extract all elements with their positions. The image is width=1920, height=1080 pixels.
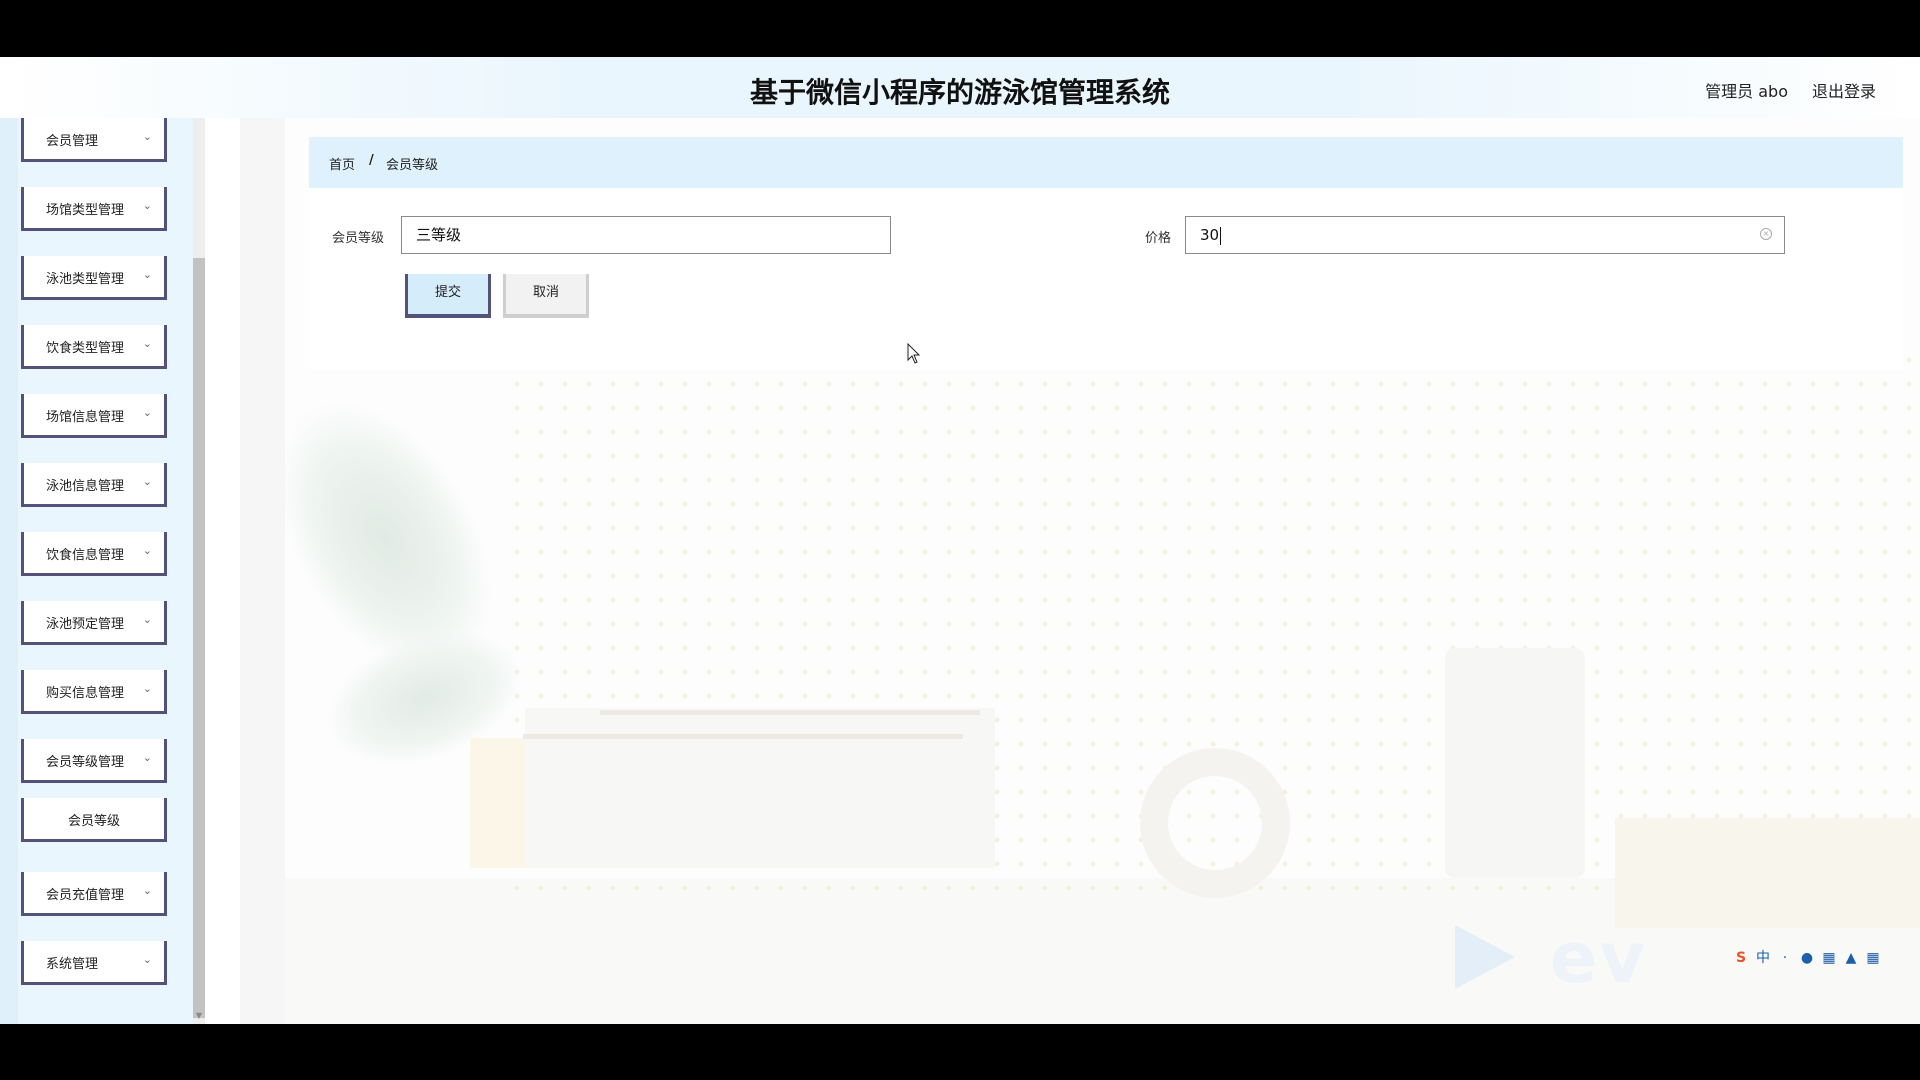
watermark-play-icon (1455, 925, 1515, 989)
background-pot (470, 738, 530, 868)
sidebar-strip (0, 118, 18, 1024)
scroll-down-arrow-icon[interactable]: ▼ (193, 1011, 205, 1023)
sidebar-item-member-level[interactable]: 会员等级管理 ⌄ (21, 739, 167, 783)
sidebar-item-label: 饮食信息管理 (46, 548, 125, 563)
background-left-strip (240, 118, 285, 1024)
sidebar-item-pool-booking[interactable]: 泳池预定管理 ⌄ (21, 601, 167, 645)
sidebar-item-system[interactable]: 系统管理 ⌄ (21, 941, 167, 985)
level-label: 会员等级 (332, 231, 385, 246)
system-title: 基于微信小程序的游泳馆管理系统 (749, 76, 1170, 109)
sidebar-scrollbar-thumb[interactable] (193, 258, 205, 1018)
sidebar-item-food-type[interactable]: 饮食类型管理 ⌄ (21, 325, 167, 369)
text-caret (1220, 226, 1222, 245)
sidebar-item-venue-info[interactable]: 场馆信息管理 ⌄ (21, 394, 167, 438)
chevron-down-icon: ⌄ (142, 475, 152, 488)
sidebar-item-label: 会员管理 (46, 134, 99, 149)
ime-punct-icon[interactable]: · (1774, 950, 1796, 966)
mouse-pointer-icon (907, 343, 921, 364)
chevron-down-icon: ⌄ (142, 130, 152, 143)
microphone-icon[interactable]: ● (1796, 950, 1818, 966)
background-cylinder (1445, 648, 1585, 878)
sidebar-item-label: 会员等级 (67, 814, 120, 829)
sidebar-item-label: 泳池信息管理 (46, 479, 125, 494)
logout-link[interactable]: 退出登录 (1812, 78, 1876, 102)
price-label: 价格 (1145, 231, 1172, 246)
background-table (525, 708, 995, 868)
sidebar-item-label: 场馆信息管理 (46, 410, 125, 425)
clear-icon[interactable]: × (1760, 228, 1772, 240)
sidebar-item-pool-type[interactable]: 泳池类型管理 ⌄ (21, 256, 167, 300)
submit-button[interactable]: 提交 (405, 274, 491, 318)
chevron-down-icon: ⌄ (142, 682, 152, 695)
background-rail (600, 710, 980, 715)
sidebar-item-label: 场馆类型管理 (46, 203, 125, 218)
price-input[interactable]: 30 × (1185, 216, 1785, 254)
breadcrumb-separator: / (369, 153, 374, 168)
sidebar-subitem-member-level[interactable]: 会员等级 (21, 798, 167, 842)
admin-username: 管理员 abo (1705, 82, 1788, 101)
sidebar-item-label: 泳池预定管理 (46, 617, 125, 632)
app-screen: 基于微信小程序的游泳馆管理系统 管理员 abo 退出登录 会员管理 ⌄ 场馆类型… (0, 57, 1920, 1024)
watermark-text: ev (1550, 917, 1648, 999)
ime-logo-icon[interactable]: S (1730, 950, 1752, 966)
ime-toolbar: S 中 · ● ▦ ▲ ▦ (1730, 947, 1910, 973)
sidebar-item-label: 饮食类型管理 (46, 341, 125, 356)
background-left-margin (205, 118, 240, 1024)
chevron-down-icon: ⌄ (142, 199, 152, 212)
price-input-value: 30 (1200, 226, 1220, 244)
sidebar-item-label: 购买信息管理 (46, 686, 125, 701)
background-box (1615, 818, 1920, 928)
chevron-down-icon: ⌄ (142, 613, 152, 626)
sidebar-item-member-recharge[interactable]: 会员充值管理 ⌄ (21, 872, 167, 916)
sidebar-item-label: 会员充值管理 (46, 888, 125, 903)
keyboard-icon[interactable]: ▦ (1818, 950, 1840, 966)
breadcrumb: 首页 / 会员等级 (309, 137, 1903, 188)
breadcrumb-current: 会员等级 (386, 158, 439, 173)
chevron-down-icon: ⌄ (142, 884, 152, 897)
sidebar-item-label: 泳池类型管理 (46, 272, 125, 287)
breadcrumb-home[interactable]: 首页 (329, 154, 355, 173)
sidebar-item-pool-info[interactable]: 泳池信息管理 ⌄ (21, 463, 167, 507)
chevron-down-icon: ⌄ (142, 544, 152, 557)
background-ring (1140, 748, 1290, 898)
sidebar-item-member[interactable]: 会员管理 ⌄ (21, 118, 167, 162)
chevron-down-icon: ⌄ (142, 337, 152, 350)
sidebar-item-purchase-info[interactable]: 购买信息管理 ⌄ (21, 670, 167, 714)
chevron-down-icon: ⌄ (142, 953, 152, 966)
sidebar-item-food-info[interactable]: 饮食信息管理 ⌄ (21, 532, 167, 576)
ime-mode-icon[interactable]: 中 (1752, 947, 1774, 967)
chevron-down-icon: ⌄ (142, 406, 152, 419)
level-input[interactable]: 三等级 (401, 216, 891, 254)
sidebar-item-label: 会员等级管理 (46, 755, 125, 770)
grid-menu-icon[interactable]: ▦ (1862, 950, 1884, 966)
cancel-button[interactable]: 取消 (503, 274, 589, 318)
sidebar-item-label: 系统管理 (46, 957, 99, 972)
chevron-down-icon: ⌄ (142, 751, 152, 764)
main-content: 首页 / 会员等级 会员等级 三等级 价格 30 × 提交 取消 (205, 118, 1920, 1024)
sidebar-item-venue-type[interactable]: 场馆类型管理 ⌄ (21, 187, 167, 231)
member-level-form: 会员等级 三等级 价格 30 × 提交 取消 (309, 188, 1903, 370)
background-rail (523, 734, 963, 739)
top-header: 基于微信小程序的游泳馆管理系统 管理员 abo 退出登录 (0, 57, 1920, 118)
level-input-value: 三等级 (416, 226, 462, 244)
sidebar: 会员管理 ⌄ 场馆类型管理 ⌄ 泳池类型管理 ⌄ 饮食类型管理 ⌄ 场馆信息管理… (0, 118, 205, 1024)
skin-icon[interactable]: ▲ (1840, 950, 1862, 966)
chevron-down-icon: ⌄ (142, 268, 152, 281)
